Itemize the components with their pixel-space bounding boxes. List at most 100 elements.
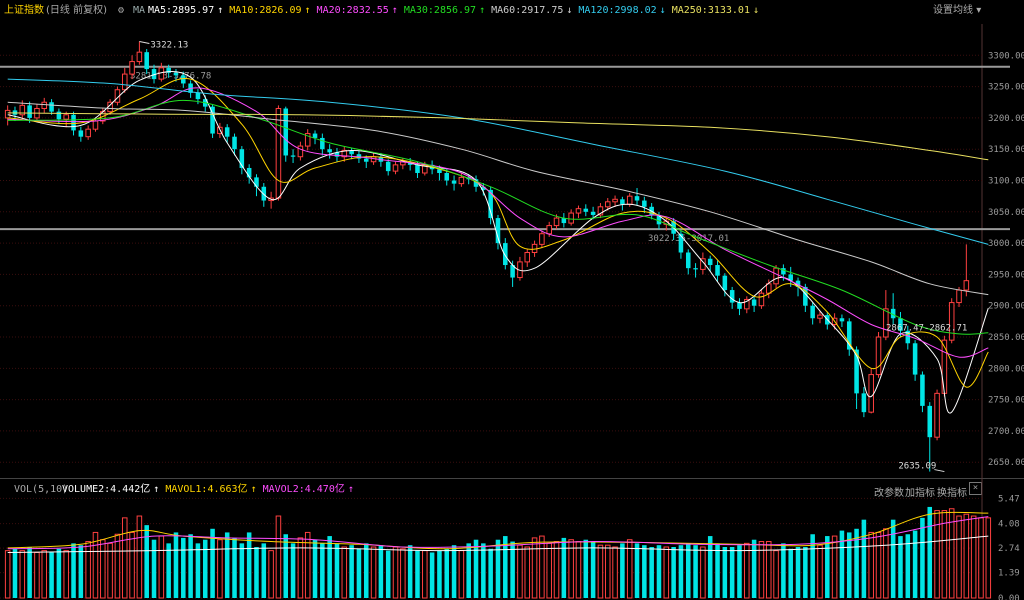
candle-body — [56, 111, 62, 120]
candle-body — [254, 177, 259, 187]
volume-bar — [575, 541, 582, 599]
candle-body — [553, 217, 560, 227]
candle-body — [121, 73, 128, 91]
volume-bar — [378, 545, 384, 598]
price-tick-label: 2900.00 — [988, 302, 1024, 312]
volume-bar — [320, 543, 325, 598]
candle-body — [875, 336, 882, 376]
volume-bar — [927, 506, 933, 598]
price-tick-label: 2650.00 — [988, 458, 1024, 468]
price-tick-label: 3300.00 — [988, 51, 1024, 61]
low-annotation: 2635.09 — [898, 462, 936, 472]
candle-body — [195, 92, 201, 100]
candle-body — [620, 199, 625, 205]
volume-bar — [700, 546, 706, 599]
candle-body — [773, 267, 779, 285]
candle-body — [232, 136, 237, 150]
candle-body — [78, 130, 84, 137]
volume-bar — [970, 515, 977, 599]
candle-body — [956, 289, 962, 304]
volume-bar — [831, 535, 838, 599]
volume-bar — [363, 543, 369, 598]
volume-bar — [956, 515, 962, 599]
volume-bar — [898, 536, 903, 598]
volume-bar — [583, 539, 589, 598]
candle-body — [707, 258, 713, 266]
candle-body — [685, 252, 691, 269]
price-tick-label: 3200.00 — [988, 114, 1024, 124]
volume-bar — [283, 534, 289, 598]
volume-bar — [246, 532, 252, 598]
volume-bar — [985, 517, 992, 599]
volume-bar — [437, 550, 442, 598]
volume-bar — [451, 545, 457, 598]
volume-bar — [275, 515, 282, 599]
candle-body — [604, 201, 611, 208]
volume-bar — [34, 551, 40, 599]
volume-bar — [100, 539, 106, 599]
volume-bar — [539, 535, 545, 599]
volume-bar — [978, 517, 984, 599]
volume-bar — [561, 537, 567, 598]
volume-bar — [12, 548, 18, 598]
volume-bar — [4, 550, 11, 599]
volume-bar — [912, 530, 918, 598]
volume-bar — [121, 517, 128, 599]
candle-body — [275, 108, 282, 199]
level-annotation: 2867.47-2862.71 — [886, 324, 967, 334]
volume-bar — [261, 543, 267, 598]
price-tick-label: 2850.00 — [988, 333, 1024, 343]
volume-bar — [934, 510, 940, 599]
candle-body — [144, 52, 149, 70]
candle-body — [290, 155, 296, 157]
vol-tick-label: 2.74 — [998, 544, 1020, 554]
volume-bar — [195, 543, 201, 598]
volume-bar — [444, 548, 450, 598]
volume-bar — [663, 546, 670, 599]
volume-bar — [604, 544, 611, 599]
candle-body — [524, 252, 531, 263]
volume-bar — [620, 543, 625, 598]
volume-bar — [41, 550, 48, 599]
volume-bar — [597, 544, 604, 599]
price-tick-label: 3150.00 — [988, 145, 1024, 155]
volume-bar — [136, 515, 143, 599]
candle-body — [27, 105, 32, 118]
volume-bar — [151, 539, 157, 598]
candle-body — [327, 149, 332, 153]
volume-bar — [473, 539, 479, 598]
candle-body — [129, 61, 135, 75]
volume-bar — [634, 543, 640, 598]
volume-bar — [803, 547, 808, 598]
candle-body — [765, 283, 772, 294]
volume-bar — [166, 543, 171, 598]
volume-bar — [63, 550, 69, 599]
volume-bar — [890, 519, 896, 598]
candle-body — [363, 158, 369, 162]
volume-bar — [356, 548, 362, 598]
price-tick-label: 3100.00 — [988, 177, 1024, 187]
candle-body — [626, 195, 633, 205]
candle-body — [444, 172, 450, 181]
volume-bar — [19, 550, 26, 599]
vol-tick-label: 4.08 — [998, 520, 1020, 530]
candle-body — [392, 164, 399, 172]
volume-bar — [795, 547, 801, 598]
candlestick-chart[interactable]: 3300.00 3250.00 3200.00 3150.00 3100.00 3050.… — [0, 0, 1024, 600]
candle-body — [722, 275, 728, 291]
volume-bar — [158, 535, 165, 599]
candle-body — [568, 212, 574, 224]
volume-bar — [510, 541, 515, 598]
candle-body — [963, 280, 970, 291]
volume-bar — [429, 552, 435, 598]
candle-body — [583, 208, 589, 212]
volume-bar — [875, 531, 882, 599]
volume-bar — [546, 542, 552, 599]
volume-bar — [861, 519, 867, 598]
candle-body — [4, 109, 11, 119]
price-level-label: 3281.73-3276.78 — [130, 72, 211, 82]
volume-bar — [737, 545, 742, 598]
volume-bar — [722, 547, 728, 598]
price-tick-label: 2750.00 — [988, 396, 1024, 406]
candle-body — [451, 180, 457, 184]
